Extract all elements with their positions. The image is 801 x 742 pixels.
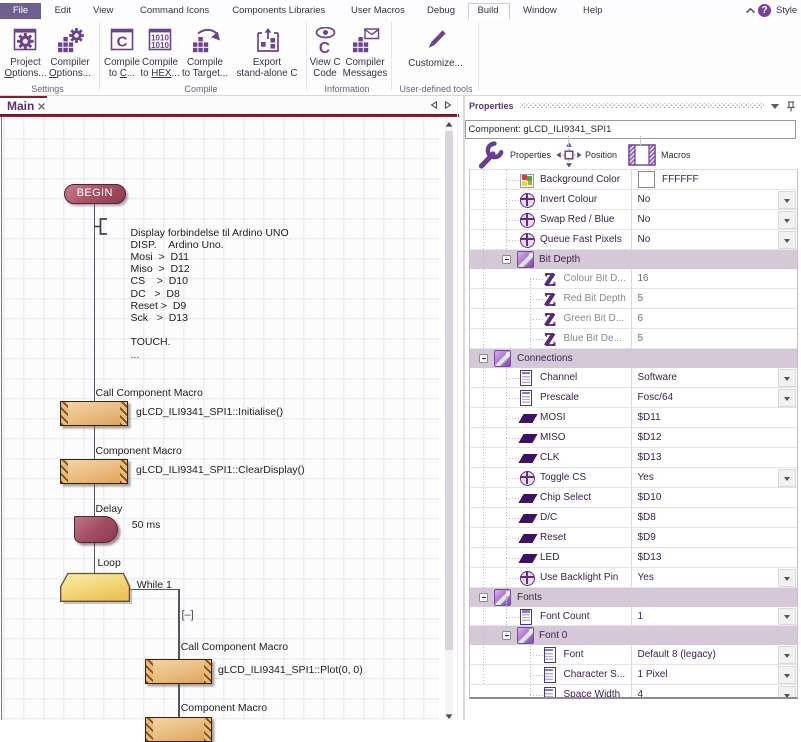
svg-text:C: C bbox=[117, 34, 128, 51]
svg-text:C: C bbox=[319, 40, 330, 55]
svg-text:1010: 1010 bbox=[151, 41, 169, 50]
